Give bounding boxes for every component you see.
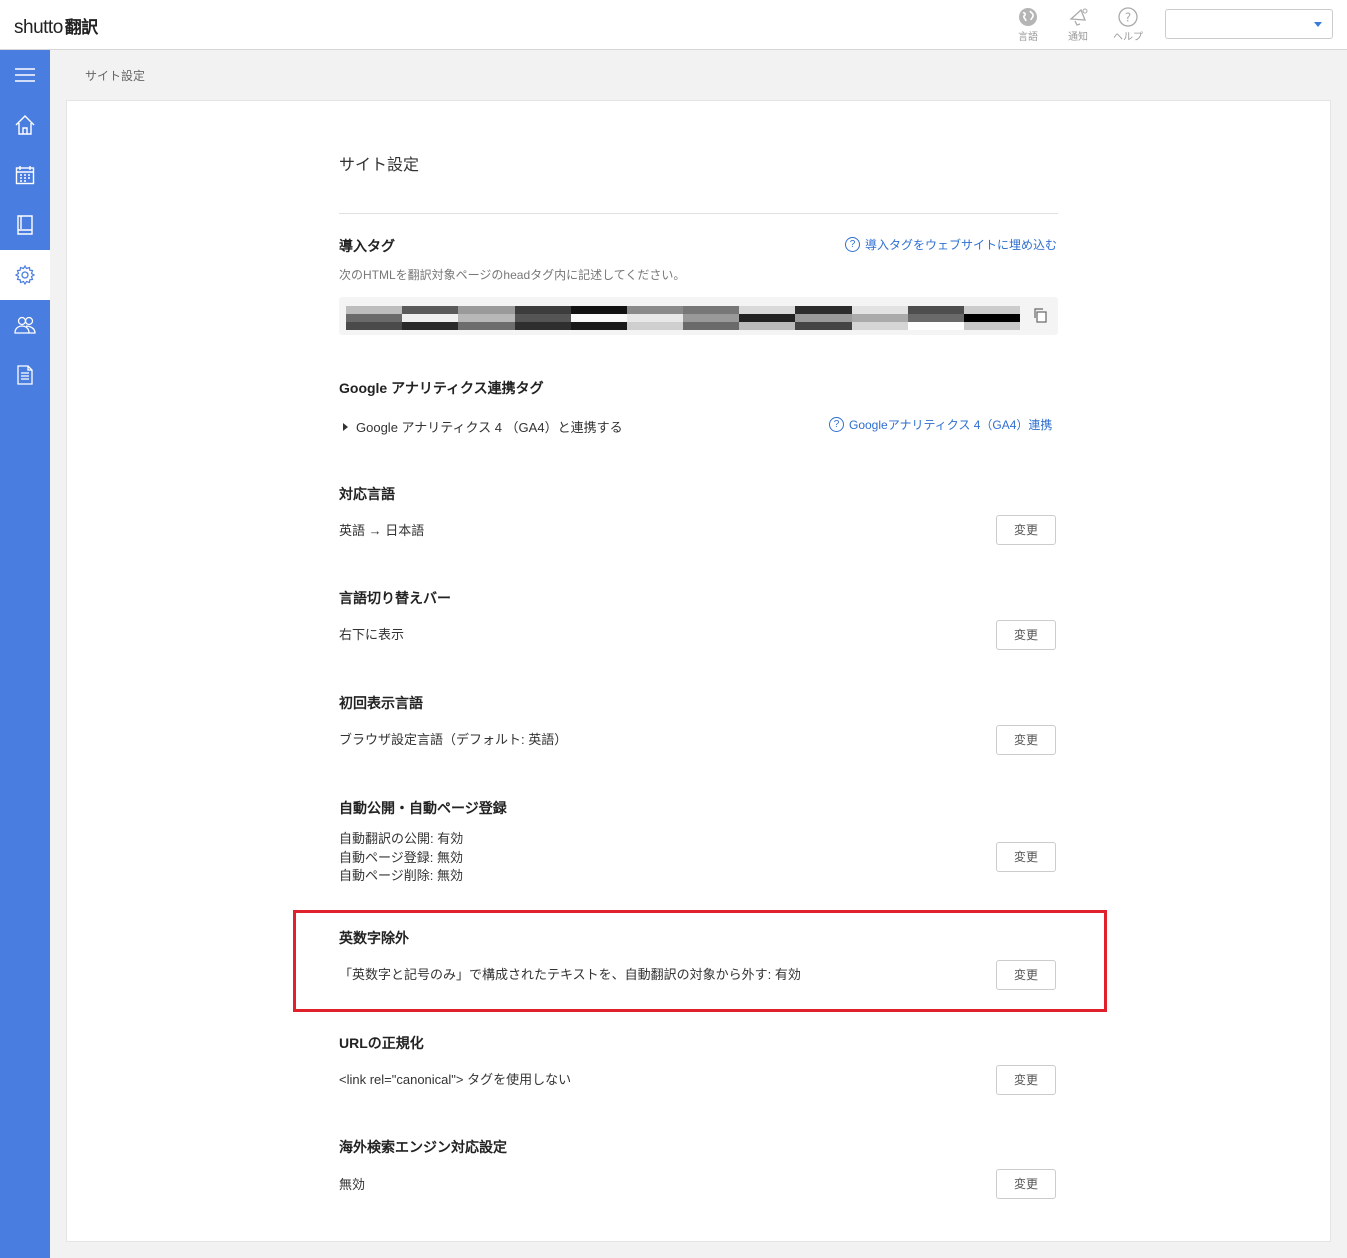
breadcrumb: サイト設定 — [85, 69, 146, 83]
caret-right-icon — [343, 422, 348, 431]
initial-lang-value: ブラウザ設定言語（デフォルト: 英語） — [339, 732, 568, 747]
sidebar-item-reports[interactable] — [0, 350, 50, 400]
calendar-icon — [15, 166, 35, 185]
tag-embed-help-link[interactable]: ? 導入タグをウェブサイトに埋め込む — [845, 236, 1057, 253]
tag-section-description: 次のHTMLを翻訳対象ページのheadタグ内に記述してください。 — [339, 268, 686, 282]
book-icon — [17, 215, 33, 235]
initial-lang-change-button[interactable]: 変更 — [996, 725, 1056, 755]
help-label: ヘルプ — [1113, 32, 1143, 43]
sidebar-menu-toggle[interactable] — [0, 50, 50, 100]
logo-kanji: 翻訳 — [64, 18, 99, 37]
app-logo[interactable]: shutto 翻訳 — [14, 13, 98, 39]
highlight-box — [293, 910, 1107, 1012]
languages-change-button[interactable]: 変更 — [996, 515, 1056, 545]
sidebar-item-calendar[interactable] — [0, 150, 50, 200]
users-icon — [14, 316, 36, 334]
redacted-code — [346, 306, 1021, 330]
bell-icon — [1069, 8, 1088, 26]
seo-value: 無効 — [339, 1177, 366, 1192]
title-divider — [339, 213, 1058, 214]
sidebar-item-settings[interactable] — [0, 250, 50, 300]
sidebar-item-home[interactable] — [0, 100, 50, 150]
ga4-expander-label: Google アナリティクス 4 （GA4）と連携する — [356, 420, 623, 435]
canonical-value: <link rel="canonical"> タグを使用しない — [339, 1072, 572, 1087]
tag-embed-help-label: 導入タグをウェブサイトに埋め込む — [865, 238, 1058, 252]
languages-section-title: 対応言語 — [339, 486, 395, 502]
sidebar-item-dictionary[interactable] — [0, 200, 50, 250]
language-button[interactable]: 言語 — [1008, 7, 1048, 43]
document-icon — [17, 365, 33, 385]
ga-section-title: Google アナリティクス連携タグ — [339, 380, 544, 396]
auto-publish-line-1: 自動翻訳の公開: 有効 — [339, 831, 464, 846]
ga4-expander[interactable]: Google アナリティクス 4 （GA4）と連携する — [343, 417, 623, 436]
account-select[interactable] — [1165, 9, 1333, 39]
globe-icon — [1019, 8, 1037, 26]
notification-button[interactable]: 通知 — [1058, 7, 1098, 43]
settings-panel — [66, 100, 1331, 1242]
ga4-help-link[interactable]: ? Googleアナリティクス 4（GA4）連携 — [829, 416, 1052, 433]
seo-section-title: 海外検索エンジン対応設定 — [339, 1139, 507, 1155]
alnum-exclude-value: 「英数字と記号のみ」で構成されたテキストを、自動翻訳の対象から外す: 有効 — [339, 967, 801, 982]
language-label: 言語 — [1018, 32, 1038, 43]
page-title: サイト設定 — [339, 157, 420, 174]
auto-publish-line-2: 自動ページ登録: 無効 — [339, 850, 463, 865]
notification-label: 通知 — [1068, 32, 1088, 43]
switcher-change-button[interactable]: 変更 — [996, 620, 1056, 650]
gear-icon — [15, 265, 35, 285]
help-icon: ? — [1118, 7, 1138, 27]
svg-text:?: ? — [1125, 11, 1131, 25]
initial-lang-section-title: 初回表示言語 — [339, 695, 423, 711]
question-circle-icon: ? — [829, 417, 844, 432]
top-header: shutto 翻訳 言語 通知 ? ヘルプ — [0, 0, 1347, 50]
sidebar — [0, 50, 50, 1258]
alnum-exclude-change-button[interactable]: 変更 — [996, 960, 1056, 990]
home-icon — [15, 115, 35, 135]
alnum-exclude-section-title: 英数字除外 — [339, 930, 409, 946]
question-circle-icon: ? — [845, 237, 860, 252]
auto-publish-line-3: 自動ページ削除: 無効 — [339, 868, 463, 883]
switcher-section-title: 言語切り替えバー — [339, 590, 451, 606]
chevron-down-icon — [1314, 22, 1322, 27]
seo-change-button[interactable]: 変更 — [996, 1169, 1056, 1199]
canonical-change-button[interactable]: 変更 — [996, 1065, 1056, 1095]
menu-icon — [15, 68, 35, 82]
logo-text: shutto — [14, 17, 63, 38]
tag-code-box[interactable] — [339, 297, 1058, 335]
sidebar-item-users[interactable] — [0, 300, 50, 350]
switcher-value: 右下に表示 — [339, 627, 405, 642]
auto-publish-change-button[interactable]: 変更 — [996, 842, 1056, 872]
copy-icon[interactable] — [1032, 307, 1048, 323]
languages-value: 英語 → 日本語 — [339, 523, 425, 538]
tag-section-title: 導入タグ — [339, 238, 395, 254]
auto-publish-section-title: 自動公開・自動ページ登録 — [339, 800, 507, 816]
canonical-section-title: URLの正規化 — [339, 1035, 424, 1051]
ga4-help-label: Googleアナリティクス 4（GA4）連携 — [849, 418, 1053, 432]
help-button[interactable]: ? ヘルプ — [1108, 7, 1148, 43]
